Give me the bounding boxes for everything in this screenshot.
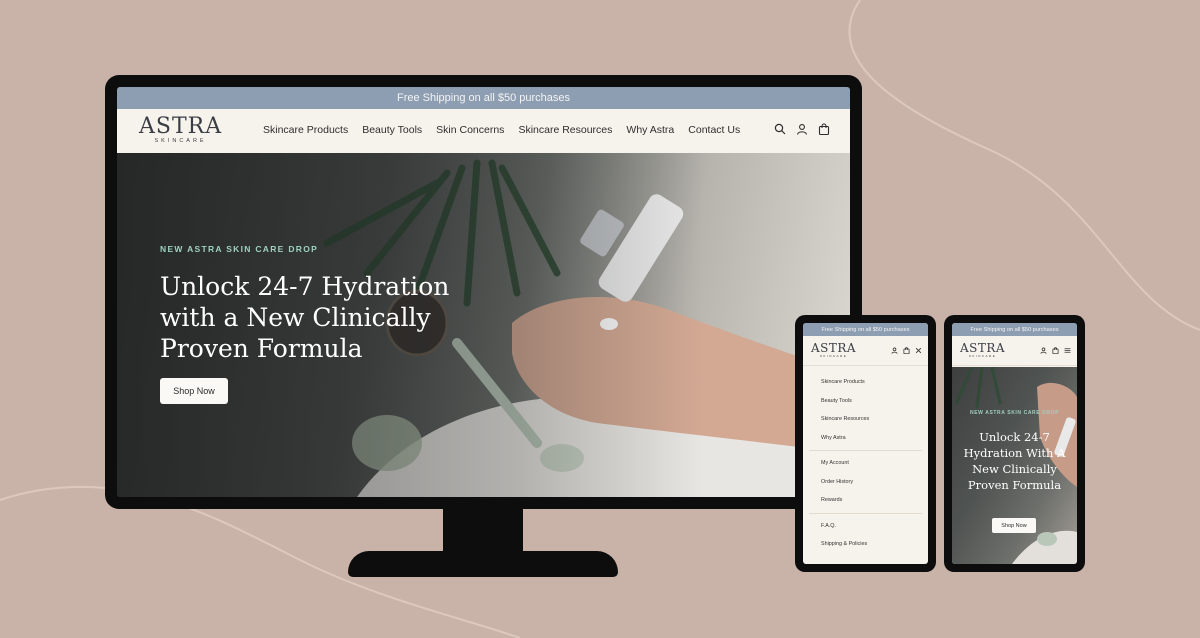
menu-item-skincare-products[interactable]: Skincare Products bbox=[821, 373, 928, 392]
hero-headline: Unlock 24-7 Hydration with a New Clinica… bbox=[160, 272, 450, 363]
menu-divider bbox=[809, 512, 922, 514]
account-icon[interactable] bbox=[796, 123, 808, 135]
hero-banner: NEW ASTRA SKIN CARE DROP Unlock 24-7 Hyd… bbox=[117, 153, 850, 497]
logo-wordmark: ASTRA bbox=[139, 114, 223, 139]
promo-banner: Free Shipping on all $50 purchases bbox=[803, 323, 928, 336]
site-header: ASTRA SKINCARE Skincare Products Beauty … bbox=[117, 109, 850, 153]
monitor-stand bbox=[443, 509, 523, 553]
hero-headline: Unlock 24-7 Hydration With A New Clinica… bbox=[963, 430, 1066, 492]
account-icon[interactable] bbox=[1040, 347, 1047, 354]
main-navigation: Skincare Products Beauty Tools Skin Conc… bbox=[263, 124, 740, 136]
cart-icon[interactable] bbox=[818, 123, 830, 135]
menu-item-skincare-resources[interactable]: Skincare Resources bbox=[821, 410, 928, 429]
header-actions bbox=[1040, 347, 1071, 354]
brand-logo[interactable]: ASTRA SKINCARE bbox=[960, 341, 1005, 358]
mobile-header: ASTRA SKINCARE bbox=[952, 336, 1077, 366]
phone-menu-screen: Free Shipping on all $50 purchases ASTRA… bbox=[803, 323, 928, 564]
menu-item-beauty-tools[interactable]: Beauty Tools bbox=[821, 392, 928, 411]
account-icon[interactable] bbox=[891, 347, 898, 354]
promo-banner: Free Shipping on all $50 purchases bbox=[952, 323, 1077, 336]
phone-menu-view: Free Shipping on all $50 purchases ASTRA… bbox=[795, 315, 936, 572]
search-icon[interactable] bbox=[774, 123, 786, 135]
hero-eyebrow: NEW ASTRA SKIN CARE DROP bbox=[160, 244, 319, 254]
brand-logo[interactable]: ASTRA SKINCARE bbox=[139, 114, 222, 144]
menu-item-faq[interactable]: F.A.Q. bbox=[821, 517, 928, 536]
cart-icon[interactable] bbox=[903, 347, 910, 354]
nav-item-skin-concerns[interactable]: Skin Concerns bbox=[436, 124, 504, 136]
header-actions bbox=[774, 123, 830, 135]
nav-item-beauty-tools[interactable]: Beauty Tools bbox=[362, 124, 422, 136]
phone-home-screen: Free Shipping on all $50 purchases ASTRA… bbox=[952, 323, 1077, 564]
hamburger-icon[interactable] bbox=[1064, 347, 1071, 354]
desktop-screen: Free Shipping on all $50 purchases ASTRA… bbox=[117, 87, 850, 497]
nav-item-contact-us[interactable]: Contact Us bbox=[688, 124, 740, 136]
mobile-hero-banner: NEW ASTRA SKIN CARE DROP Unlock 24-7 Hyd… bbox=[952, 367, 1077, 564]
menu-item-shipping-policies[interactable]: Shipping & Policies bbox=[821, 535, 928, 554]
header-actions bbox=[891, 347, 922, 354]
monitor-base bbox=[348, 551, 618, 577]
phone-home-view: Free Shipping on all $50 purchases ASTRA… bbox=[944, 315, 1085, 572]
menu-item-rewards[interactable]: Rewards bbox=[821, 491, 928, 510]
nav-item-why-astra[interactable]: Why Astra bbox=[626, 124, 674, 136]
logo-wordmark: ASTRA bbox=[811, 341, 857, 355]
logo-wordmark: ASTRA bbox=[960, 341, 1006, 355]
menu-item-order-history[interactable]: Order History bbox=[821, 473, 928, 492]
menu-item-my-account[interactable]: My Account bbox=[821, 454, 928, 473]
mobile-header: ASTRA SKINCARE bbox=[803, 336, 928, 366]
mobile-menu: Skincare Products Beauty Tools Skincare … bbox=[803, 366, 928, 554]
desktop-monitor: Free Shipping on all $50 purchases ASTRA… bbox=[105, 75, 862, 509]
brand-logo[interactable]: ASTRA SKINCARE bbox=[811, 341, 856, 358]
promo-banner: Free Shipping on all $50 purchases bbox=[117, 87, 850, 109]
cart-icon[interactable] bbox=[1052, 347, 1059, 354]
close-icon[interactable] bbox=[915, 347, 922, 354]
menu-divider bbox=[809, 450, 922, 451]
shop-now-button[interactable]: Shop Now bbox=[160, 378, 228, 404]
nav-item-skincare-products[interactable]: Skincare Products bbox=[263, 124, 348, 136]
hero-eyebrow: NEW ASTRA SKIN CARE DROP bbox=[969, 410, 1060, 416]
shop-now-button[interactable]: Shop Now bbox=[992, 518, 1036, 533]
menu-item-why-astra[interactable]: Why Astra bbox=[821, 429, 928, 448]
nav-item-skincare-resources[interactable]: Skincare Resources bbox=[518, 124, 612, 136]
